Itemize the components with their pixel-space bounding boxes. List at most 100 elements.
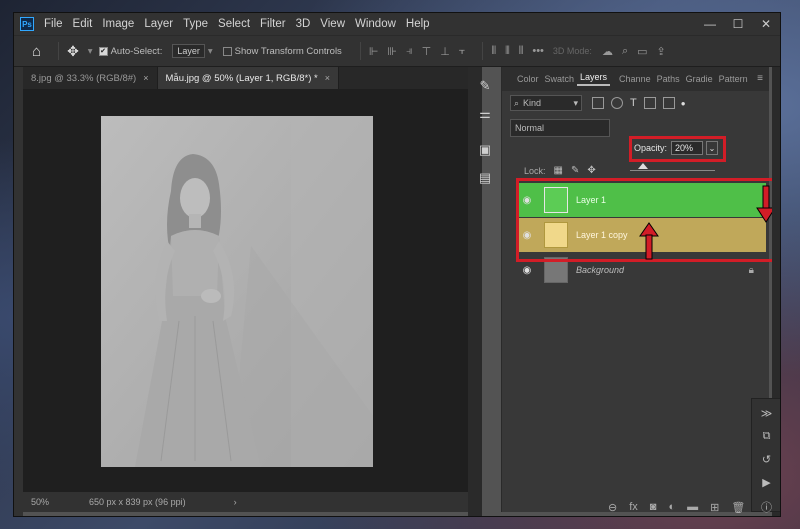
options-bar: ⌂ ✥ ▾ ✔ Auto-Select: Layer ▾ Show Transf… xyxy=(14,35,780,67)
auto-select-checkbox[interactable]: ✔ xyxy=(98,46,108,56)
lock-paint-icon[interactable]: ✎ xyxy=(571,165,579,176)
chevron-down-icon[interactable]: ▾ xyxy=(88,46,93,57)
smart-object-filter-icon[interactable] xyxy=(662,97,675,109)
group-folder-icon[interactable]: ▬ xyxy=(687,501,698,514)
align-center-icon[interactable]: ⊪ xyxy=(387,45,397,58)
panel-menu-icon[interactable]: ≡ xyxy=(757,73,763,84)
tab-channels[interactable]: Channe xyxy=(616,74,654,84)
show-transform-label: Show Transform Controls xyxy=(234,45,342,57)
distribute-icon[interactable]: ⫴ xyxy=(519,45,524,58)
menu-view[interactable]: View xyxy=(320,18,345,30)
kind-filter-dropdown[interactable]: ⌕ Kind ▾ xyxy=(510,95,582,111)
menu-layer[interactable]: Layer xyxy=(144,18,173,30)
minimize-button[interactable]: — xyxy=(696,13,724,35)
close-tab-icon[interactable]: × xyxy=(325,73,330,83)
link-layers-icon[interactable]: ⊖ xyxy=(608,501,617,514)
search-icon[interactable]: ⌕ xyxy=(622,45,628,58)
close-tab-icon[interactable]: × xyxy=(143,73,148,83)
auto-select-option[interactable]: ✔ Auto-Select: xyxy=(98,46,162,57)
cloud-icon[interactable]: ☁ xyxy=(602,45,613,58)
align-middle-icon[interactable]: ⊥ xyxy=(440,45,450,58)
chevron-right-icon[interactable]: › xyxy=(234,497,237,507)
more-options-icon[interactable]: ••• xyxy=(532,45,544,57)
doc-tab-8jpg[interactable]: 8.jpg @ 33.3% (RGB/8#) × xyxy=(23,67,158,89)
opacity-slider-track[interactable] xyxy=(630,170,715,171)
tab-swatches[interactable]: Swatch xyxy=(542,74,578,84)
fx-icon[interactable]: fx xyxy=(629,501,638,514)
opacity-slider-thumb[interactable] xyxy=(638,163,648,169)
share-icon[interactable]: ⇪ xyxy=(657,45,666,58)
blend-mode-dropdown[interactable]: Normal xyxy=(510,119,610,137)
lock-position-icon[interactable]: ✥ xyxy=(587,165,595,176)
divider xyxy=(58,42,60,60)
align-top-icon[interactable]: ⊤ xyxy=(422,45,432,58)
auto-select-value: Layer xyxy=(172,44,205,58)
info-icon[interactable]: ⓘ xyxy=(761,499,772,515)
lock-icon: 🔒︎ xyxy=(748,264,754,276)
adjustments-icon[interactable]: ⚌ xyxy=(474,103,496,125)
zoom-level[interactable]: 50% xyxy=(31,497,49,507)
tab-patterns[interactable]: Pattern xyxy=(716,74,751,84)
auto-select-dropdown[interactable]: Layer ▾ xyxy=(172,44,213,58)
show-transform-option[interactable]: Show Transform Controls xyxy=(222,45,342,57)
align-left-icon[interactable]: ⊩ xyxy=(369,45,379,58)
opacity-label: Opacity: xyxy=(634,143,668,153)
3d-mode-label: 3D Mode: xyxy=(552,46,592,56)
menu-window[interactable]: Window xyxy=(355,18,396,30)
distribute-icon[interactable]: ⫴ xyxy=(505,45,510,58)
adjustment-filter-icon[interactable] xyxy=(611,97,623,109)
lock-transparent-icon[interactable]: ▦ xyxy=(554,165,563,176)
maximize-button[interactable]: ☐ xyxy=(724,13,752,35)
close-button[interactable]: ✕ xyxy=(752,13,780,35)
align-bottom-icon[interactable]: ⫟ xyxy=(459,45,466,58)
panel-collapse-icon[interactable]: ≫ xyxy=(761,407,773,420)
opacity-control: Opacity: 20% ⌄ xyxy=(634,141,719,155)
brush-icon[interactable]: ✎ xyxy=(474,75,496,97)
menu-edit[interactable]: Edit xyxy=(73,18,93,30)
photoshop-window: Ps File Edit Image Layer Type Select Fil… xyxy=(13,12,781,517)
show-transform-checkbox[interactable] xyxy=(222,46,232,56)
home-icon[interactable]: ⌂ xyxy=(32,43,41,60)
divider xyxy=(359,42,361,60)
document-image[interactable] xyxy=(101,116,373,467)
menu-image[interactable]: Image xyxy=(102,18,134,30)
document-info: 650 px x 839 px (96 ppi) xyxy=(89,497,186,507)
menu-type[interactable]: Type xyxy=(183,18,208,30)
menu-3d[interactable]: 3D xyxy=(296,18,311,30)
filter-toggle-icon[interactable]: ● xyxy=(681,99,686,108)
tab-layers[interactable]: Layers xyxy=(577,72,611,86)
tab-gradients[interactable]: Gradie xyxy=(683,74,716,84)
menu-filter[interactable]: Filter xyxy=(260,18,286,30)
workspace-icon[interactable]: ▭ xyxy=(637,45,647,58)
shape-filter-icon[interactable] xyxy=(643,97,656,109)
doc-tab-mau[interactable]: Mẫu.jpg @ 50% (Layer 1, RGB/8*) * × xyxy=(157,67,339,89)
mask-icon[interactable]: ◙ xyxy=(650,501,657,514)
menu-select[interactable]: Select xyxy=(218,18,250,30)
visibility-eye-icon[interactable]: ◉ xyxy=(518,265,536,276)
align-right-icon[interactable]: ⫣ xyxy=(406,45,413,58)
adjustment-layer-icon[interactable]: ◐ xyxy=(668,501,675,514)
type-filter-icon[interactable]: T xyxy=(630,97,637,109)
menu-file[interactable]: File xyxy=(44,18,63,30)
opacity-input[interactable]: 20% xyxy=(671,141,704,155)
document-icon[interactable]: ▤ xyxy=(474,167,496,189)
layer-name[interactable]: Background xyxy=(576,265,624,275)
left-toolbar xyxy=(14,67,23,516)
blend-mode-value: Normal xyxy=(515,123,545,133)
tab-color[interactable]: Color xyxy=(514,74,542,84)
new-layer-icon[interactable]: ⊞ xyxy=(710,501,719,514)
play-icon[interactable]: ▶ xyxy=(762,476,770,489)
distribute-icon[interactable]: ⫴ xyxy=(491,45,496,58)
layer-actions-bar: ⊖ fx ◙ ◐ ▬ ⊞ 🗑︎ xyxy=(608,501,757,514)
delete-layer-icon[interactable]: 🗑︎ xyxy=(731,501,745,514)
menu-help[interactable]: Help xyxy=(406,18,430,30)
move-tool-icon[interactable]: ✥ xyxy=(67,43,79,60)
properties-icon[interactable]: ▣ xyxy=(474,139,496,161)
pixel-filter-icon[interactable] xyxy=(592,97,604,109)
opacity-dropdown-button[interactable]: ⌄ xyxy=(706,141,719,155)
actions-icon[interactable]: ⧉ xyxy=(763,430,771,443)
tab-paths[interactable]: Paths xyxy=(654,74,683,84)
layers-panel: Color Swatch Layers Channe Paths Gradie … xyxy=(501,67,780,514)
history-icon[interactable]: ↺ xyxy=(762,453,771,466)
canvas-area[interactable] xyxy=(23,89,468,492)
